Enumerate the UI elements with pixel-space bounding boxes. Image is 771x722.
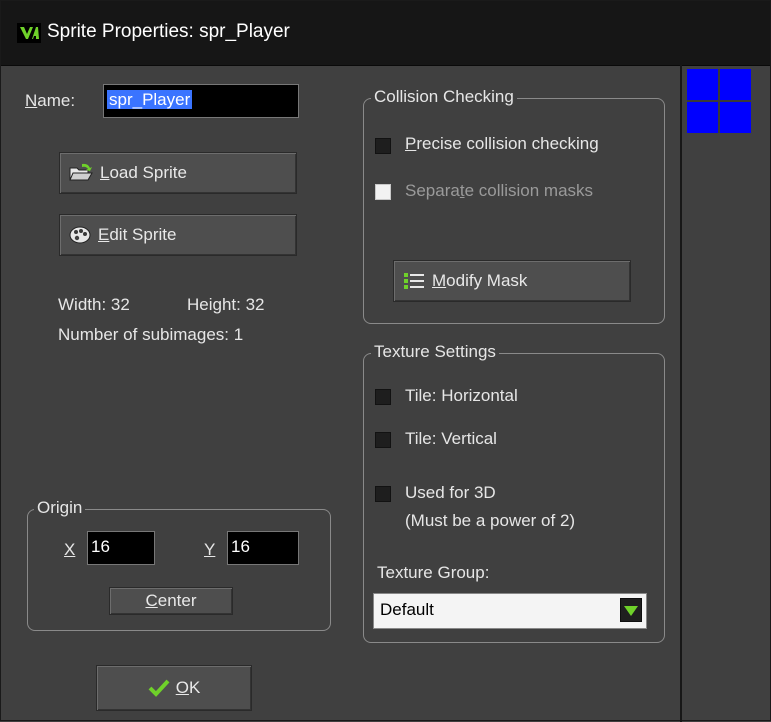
palette-icon	[69, 226, 91, 244]
texture-group-title: Texture Settings	[371, 342, 499, 362]
sprite-preview	[687, 69, 751, 133]
name-input-value: spr_Player	[107, 90, 193, 109]
used-for-3d-checkbox[interactable]	[375, 486, 391, 502]
dropdown-arrow-button[interactable]	[620, 598, 642, 622]
tile-horizontal-checkbox[interactable]	[375, 389, 391, 405]
width-info: Width: 32	[58, 295, 130, 314]
ok-button[interactable]: OK	[96, 665, 252, 711]
load-sprite-button[interactable]: Load Sprite	[59, 152, 297, 194]
used-for-3d-note: (Must be a power of 2)	[405, 511, 576, 530]
folder-open-icon	[69, 163, 93, 181]
separate-masks-checkbox[interactable]	[375, 184, 391, 200]
load-sprite-label: Load Sprite	[100, 163, 187, 182]
tile-vertical-checkbox[interactable]	[375, 432, 391, 448]
app-logo-icon	[17, 23, 41, 43]
origin-group-title: Origin	[34, 498, 86, 518]
origin-y-input[interactable]: 16	[227, 531, 299, 565]
name-label: Name:	[25, 91, 76, 110]
preview-divider	[680, 65, 682, 722]
window-title: Sprite Properties: spr_Player	[47, 21, 290, 42]
texture-group-value: Default	[380, 600, 434, 619]
separate-masks-label: Separate collision masks	[405, 181, 594, 200]
chevron-down-icon	[624, 606, 638, 616]
precise-collision-checkbox[interactable]	[375, 138, 391, 154]
origin-x-label: X	[64, 540, 76, 559]
name-input[interactable]: spr_Player	[103, 84, 299, 118]
tile-horizontal-label: Tile: Horizontal	[405, 386, 518, 405]
tile-vertical-label: Tile: Vertical	[405, 429, 497, 448]
center-button[interactable]: Center	[109, 587, 233, 615]
title-bar: Sprite Properties: spr_Player	[1, 1, 770, 66]
origin-x-value: 16	[91, 537, 110, 556]
texture-group-label: Texture Group:	[377, 563, 490, 582]
subimages-info: Number of subimages: 1	[58, 325, 244, 344]
origin-y-value: 16	[231, 537, 250, 556]
modify-mask-label: Modify Mask	[432, 271, 528, 290]
list-icon	[404, 273, 424, 289]
used-for-3d-label: Used for 3D	[405, 483, 496, 502]
checkmark-icon	[148, 679, 170, 697]
origin-x-input[interactable]: 16	[87, 531, 155, 565]
texture-group-dropdown[interactable]: Default	[373, 593, 647, 629]
height-info: Height: 32	[187, 295, 265, 314]
sprite-properties-window: Sprite Properties: spr_Player Name: spr_…	[0, 0, 771, 722]
collision-group-title: Collision Checking	[371, 87, 517, 107]
modify-mask-button[interactable]: Modify Mask	[393, 260, 631, 302]
center-label: Center	[145, 591, 197, 610]
precise-collision-label: Precise collision checking	[405, 134, 599, 153]
ok-label: OK	[175, 678, 201, 697]
edit-sprite-button[interactable]: Edit Sprite	[59, 214, 297, 256]
origin-y-label: Y	[204, 540, 216, 559]
edit-sprite-label: Edit Sprite	[98, 225, 177, 244]
